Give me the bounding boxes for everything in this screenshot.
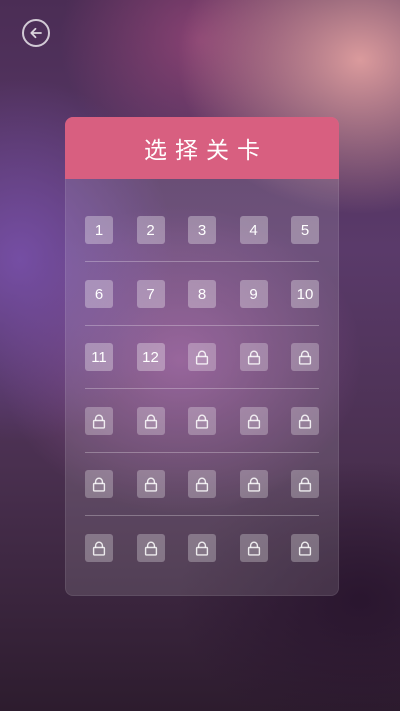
level-button-8[interactable]: 8 <box>188 280 216 308</box>
level-number: 12 <box>142 348 159 366</box>
level-button-locked[interactable] <box>291 534 319 562</box>
level-button-7[interactable]: 7 <box>136 280 165 308</box>
level-button-5[interactable]: 5 <box>291 216 319 244</box>
level-number: 3 <box>197 221 207 239</box>
lock-icon <box>92 414 106 429</box>
lock-icon <box>247 350 261 365</box>
lock-icon <box>92 477 106 492</box>
back-button[interactable] <box>22 19 50 47</box>
row-divider <box>85 452 319 453</box>
lock-icon <box>298 477 312 492</box>
lock-icon <box>195 414 209 429</box>
level-number: 2 <box>146 221 155 239</box>
lock-icon <box>144 541 158 556</box>
lock-icon <box>195 350 209 365</box>
level-button-locked[interactable] <box>85 407 113 435</box>
lock-icon <box>195 541 209 556</box>
level-row <box>85 470 319 498</box>
level-button-locked[interactable] <box>188 407 216 435</box>
level-button-locked[interactable] <box>239 534 268 562</box>
level-number: 8 <box>197 285 207 303</box>
level-number: 4 <box>249 221 258 239</box>
level-number: 7 <box>146 285 155 303</box>
lock-icon <box>144 477 158 492</box>
level-button-locked[interactable] <box>291 470 319 498</box>
lock-icon <box>298 541 312 556</box>
level-button-locked[interactable] <box>239 407 268 435</box>
panel-title: 选择关卡 <box>144 138 268 164</box>
level-row: 11 12 <box>85 343 319 371</box>
level-button-locked[interactable] <box>136 534 165 562</box>
panel-header: 选择关卡 <box>65 117 339 179</box>
level-number: 6 <box>94 285 104 303</box>
lock-icon <box>144 414 158 429</box>
level-button-locked[interactable] <box>85 470 113 498</box>
level-button-locked[interactable] <box>188 534 216 562</box>
level-button-2[interactable]: 2 <box>136 216 165 244</box>
level-button-locked[interactable] <box>291 407 319 435</box>
level-button-locked[interactable] <box>85 534 113 562</box>
level-button-locked[interactable] <box>136 407 165 435</box>
level-number: 1 <box>94 221 104 239</box>
level-row <box>85 534 319 562</box>
level-row: 1 2 3 4 5 <box>85 216 319 244</box>
level-button-locked[interactable] <box>188 470 216 498</box>
lock-icon <box>92 541 106 556</box>
level-button-3[interactable]: 3 <box>188 216 216 244</box>
level-button-9[interactable]: 9 <box>239 280 268 308</box>
level-button-locked[interactable] <box>136 470 165 498</box>
level-number: 5 <box>300 221 310 239</box>
level-button-12[interactable]: 12 <box>136 343 165 371</box>
level-number: 9 <box>249 285 258 303</box>
level-button-locked[interactable] <box>239 470 268 498</box>
level-button-4[interactable]: 4 <box>239 216 268 244</box>
level-number: 11 <box>91 348 107 366</box>
level-button-1[interactable]: 1 <box>85 216 113 244</box>
level-select-panel: 选择关卡 1 2 3 4 5 6 7 8 9 10 11 12 <box>65 117 339 596</box>
lock-icon <box>247 541 261 556</box>
row-divider <box>85 261 319 262</box>
row-divider <box>85 515 319 516</box>
level-button-11[interactable]: 11 <box>85 343 113 371</box>
level-number: 10 <box>296 285 314 303</box>
lock-icon <box>195 477 209 492</box>
level-button-6[interactable]: 6 <box>85 280 113 308</box>
lock-icon <box>298 414 312 429</box>
level-row <box>85 407 319 435</box>
level-button-locked[interactable] <box>291 343 319 371</box>
arrow-left-circle-icon <box>30 27 42 39</box>
level-button-locked[interactable] <box>239 343 268 371</box>
lock-icon <box>247 477 261 492</box>
lock-icon <box>247 414 261 429</box>
level-row: 6 7 8 9 10 <box>85 280 319 308</box>
level-button-10[interactable]: 10 <box>291 280 319 308</box>
level-button-locked[interactable] <box>188 343 216 371</box>
lock-icon <box>298 350 312 365</box>
row-divider <box>85 388 319 389</box>
row-divider <box>85 325 319 326</box>
